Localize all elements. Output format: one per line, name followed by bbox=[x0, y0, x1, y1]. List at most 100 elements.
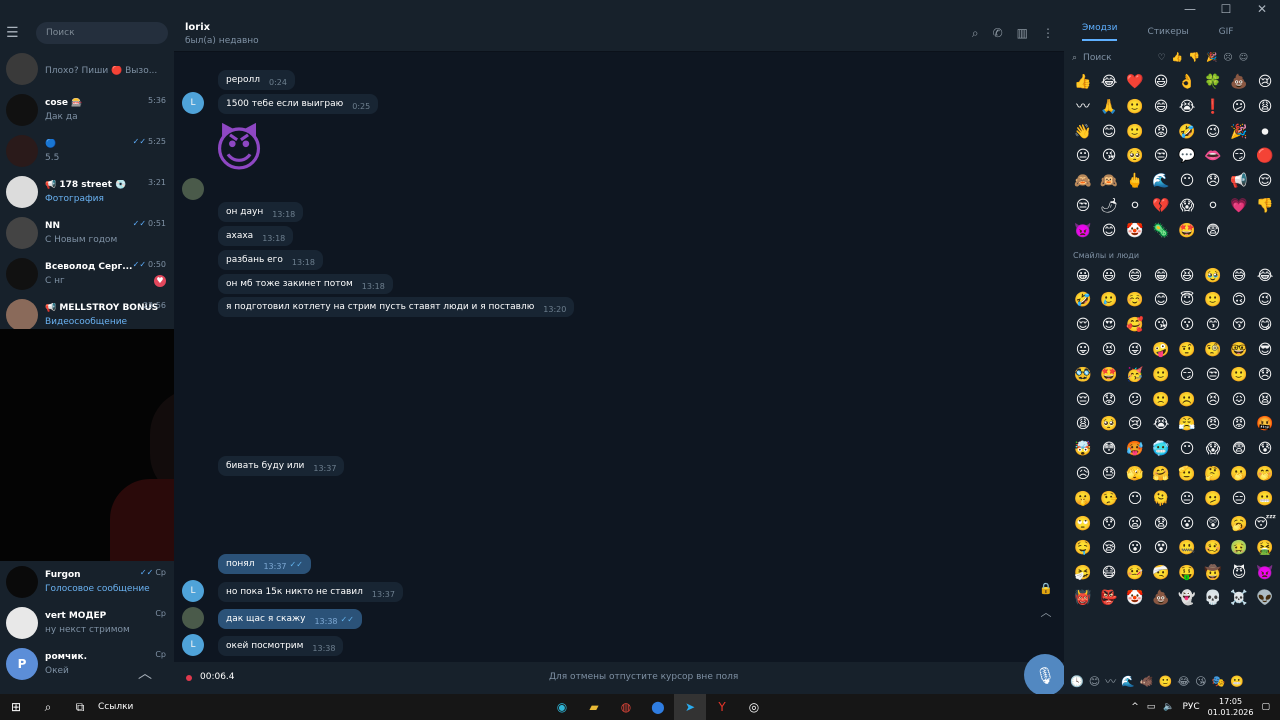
emoji-item[interactable]: 🙄 bbox=[1070, 512, 1096, 537]
emoji-item[interactable]: 😄 bbox=[1122, 264, 1148, 289]
emoji-item[interactable]: 😅 bbox=[1226, 264, 1252, 289]
avatar[interactable] bbox=[6, 298, 38, 331]
emoji-item[interactable]: 😝 bbox=[1096, 338, 1122, 363]
emoji-item[interactable]: 😂 bbox=[1096, 70, 1122, 95]
avatar[interactable] bbox=[6, 565, 38, 598]
search-icon[interactable]: ⌕ bbox=[32, 694, 64, 720]
emoji-item[interactable]: 😱 bbox=[1174, 194, 1200, 219]
emoji-item[interactable]: 😛 bbox=[1070, 338, 1096, 363]
edge-icon[interactable]: ◉ bbox=[546, 694, 578, 720]
emoji-item[interactable]: 🤡 bbox=[1122, 219, 1148, 244]
emoji-category-icon[interactable]: 〰 bbox=[1105, 673, 1116, 689]
emoji-item[interactable]: 🤐 bbox=[1174, 536, 1200, 561]
message-bubble[interactable]: разбань его 13:18 bbox=[218, 250, 323, 270]
emoji-item[interactable]: 😦 bbox=[1122, 512, 1148, 537]
message-bubble[interactable]: дак щас я скажу 13:38 ✓✓ bbox=[218, 609, 362, 629]
emoji-item[interactable]: 😨 bbox=[1200, 219, 1226, 244]
emoji-item[interactable]: 😡 bbox=[1226, 412, 1252, 437]
emoji-item[interactable]: 😨 bbox=[1226, 437, 1252, 462]
emoji-item[interactable]: 💩 bbox=[1148, 586, 1174, 610]
emoji-item[interactable]: 👻 bbox=[1174, 586, 1200, 610]
emoji-item[interactable]: 😙 bbox=[1200, 313, 1226, 338]
notifications-icon[interactable]: ▢ bbox=[1261, 702, 1270, 712]
emoji-item[interactable]: 🤮 bbox=[1252, 536, 1278, 561]
emoji-item[interactable]: 😆 bbox=[1174, 264, 1200, 289]
task-view-icon[interactable]: ⧉ bbox=[64, 694, 96, 720]
emoji-item[interactable]: 😡 bbox=[1148, 120, 1174, 145]
emoji-item[interactable]: 🥹 bbox=[1200, 264, 1226, 289]
emoji-item[interactable]: 🙂 bbox=[1200, 288, 1226, 313]
emoji-item[interactable]: 👋 bbox=[1070, 120, 1096, 145]
emoji-item[interactable]: 👎 bbox=[1252, 194, 1278, 219]
chevron-up-icon[interactable]: ^ bbox=[1131, 702, 1139, 712]
emoji-item[interactable]: 😊 bbox=[1096, 219, 1122, 244]
emoji-item[interactable]: 😧 bbox=[1148, 512, 1174, 537]
emoji-item[interactable]: 😖 bbox=[1226, 388, 1252, 413]
emoji-item[interactable]: 💔 bbox=[1148, 194, 1174, 219]
message-bubble[interactable]: бивать буду или 13:37 bbox=[218, 456, 345, 476]
emoji-item[interactable]: ⏺ bbox=[1252, 120, 1278, 145]
emoji-item[interactable]: 😱 bbox=[1200, 437, 1226, 462]
emoji-item[interactable]: 🎉 bbox=[1226, 120, 1252, 145]
telegram-icon[interactable]: ➤ bbox=[674, 694, 706, 720]
emoji-item[interactable]: 😀 bbox=[1070, 264, 1096, 289]
more-icon[interactable]: ⋮ bbox=[1042, 26, 1054, 41]
chat-item[interactable]: vert МОДЕР ну некст стримом Ср bbox=[0, 602, 174, 643]
emoji-item[interactable]: 😢 bbox=[1122, 412, 1148, 437]
emoji-item[interactable]: 👿 bbox=[1070, 219, 1096, 244]
emoji-item[interactable]: 🙏 bbox=[1096, 95, 1122, 120]
emoji-item[interactable]: 😚 bbox=[1226, 313, 1252, 338]
volume-icon[interactable]: 🔈 bbox=[1163, 702, 1174, 712]
emoji-category-icon[interactable]: 😬 bbox=[1230, 675, 1244, 688]
emoji-item[interactable]: 🙉 bbox=[1096, 169, 1122, 194]
emoji-item[interactable]: 🥺 bbox=[1096, 412, 1122, 437]
message-bubble[interactable]: он даун 13:18 bbox=[218, 202, 304, 222]
emoji-category-icon[interactable]: 😘 bbox=[1195, 675, 1206, 688]
emoji-item[interactable]: 😕 bbox=[1226, 95, 1252, 120]
emoji-item[interactable]: 🤑 bbox=[1174, 561, 1200, 586]
emoji-item[interactable]: 😭 bbox=[1174, 95, 1200, 120]
emoji-item[interactable]: 😔 bbox=[1070, 388, 1096, 413]
emoji-item[interactable]: 😈 bbox=[1226, 561, 1252, 586]
emoji-item[interactable]: 😌 bbox=[1252, 169, 1278, 194]
sad-face-icon[interactable]: ☹ bbox=[1223, 53, 1232, 63]
emoji-item[interactable]: 😞 bbox=[1200, 169, 1226, 194]
emoji-item[interactable]: 👍 bbox=[1070, 70, 1096, 95]
emoji-item[interactable]: 😶 bbox=[1174, 169, 1200, 194]
emoji-item[interactable]: 😵 bbox=[1148, 536, 1174, 561]
emoji-item[interactable]: 😓 bbox=[1096, 462, 1122, 487]
emoji-item[interactable]: 🫢 bbox=[1226, 462, 1252, 487]
emoji-item[interactable]: 🥺 bbox=[1122, 144, 1148, 169]
emoji-item[interactable]: 👹 bbox=[1070, 586, 1096, 610]
emoji-item[interactable]: 🥲 bbox=[1096, 288, 1122, 313]
message-bubble[interactable]: окей посмотрим 13:38 bbox=[218, 636, 344, 656]
emoji-item[interactable]: 💀 bbox=[1200, 586, 1226, 610]
minimize-icon[interactable]: — bbox=[1172, 2, 1208, 16]
emoji-item[interactable]: 😞 bbox=[1252, 363, 1278, 388]
emoji-item[interactable]: 😘 bbox=[1096, 144, 1122, 169]
close-icon[interactable]: ✕ bbox=[1244, 2, 1280, 16]
emoji-item[interactable]: 🙃 bbox=[1226, 288, 1252, 313]
avatar[interactable] bbox=[6, 257, 38, 290]
emoji-item[interactable]: 🤪 bbox=[1148, 338, 1174, 363]
explorer-icon[interactable]: ▰ bbox=[578, 694, 610, 720]
emoji-category-icon[interactable]: 🎭 bbox=[1212, 675, 1226, 688]
emoji-item[interactable]: ❤️ bbox=[1122, 70, 1148, 95]
chat-item[interactable]: Плохо? Пиши 🔴 Вызо... bbox=[0, 48, 174, 89]
emoji-item[interactable]: 😊 bbox=[1148, 288, 1174, 313]
avatar[interactable]: Р bbox=[6, 647, 38, 680]
thumbs-down-icon[interactable]: 👎 bbox=[1189, 53, 1200, 63]
avatar[interactable] bbox=[6, 52, 38, 85]
menu-icon[interactable]: ☰ bbox=[6, 25, 26, 41]
avatar[interactable] bbox=[6, 216, 38, 249]
emoji-item[interactable]: 😕 bbox=[1122, 388, 1148, 413]
message-bubble[interactable]: 1500 тебе если выиграю 0:25 bbox=[218, 94, 379, 114]
emoji-category-icon[interactable]: 🙂 bbox=[1159, 675, 1173, 688]
emoji-item[interactable]: 🙁 bbox=[1148, 388, 1174, 413]
vk-icon[interactable]: ⬤ bbox=[642, 694, 674, 720]
emoji-item[interactable]: 😫 bbox=[1252, 388, 1278, 413]
emoji-item[interactable]: ❗ bbox=[1200, 95, 1226, 120]
emoji-item[interactable]: 👄 bbox=[1200, 144, 1226, 169]
smile-icon[interactable]: ☺ bbox=[1239, 53, 1248, 63]
emoji-item[interactable]: 🙂 bbox=[1122, 95, 1148, 120]
